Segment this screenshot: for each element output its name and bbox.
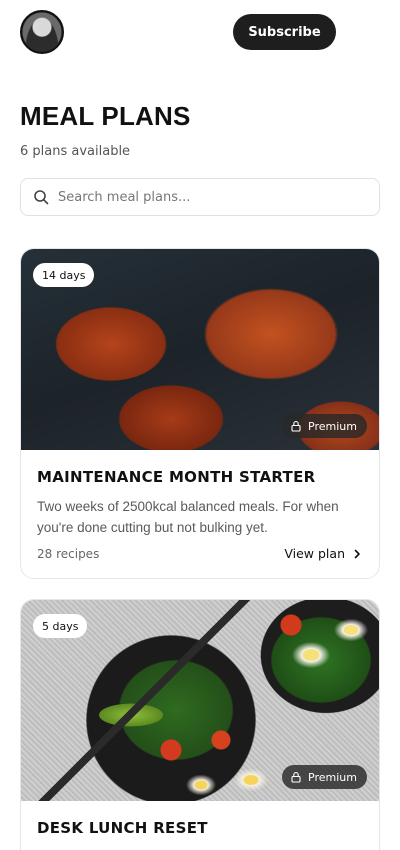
view-plan-label: View plan — [284, 546, 345, 561]
premium-badge: Premium — [282, 765, 367, 789]
top-header: Subscribe — [0, 0, 400, 64]
plan-description: Two weeks of 2500kcal balanced meals. Fo… — [37, 499, 339, 535]
plan-card[interactable]: 5 days Premium DESK LUNCH RESET — [20, 599, 380, 850]
plans-count: 6 plans available — [20, 144, 131, 159]
duration-badge: 14 days — [33, 263, 95, 287]
premium-badge: Premium — [282, 414, 367, 438]
recipes-count: 28 recipes — [37, 546, 100, 561]
plan-image: 14 days Premium — [21, 249, 379, 450]
subscribe-button[interactable]: Subscribe — [233, 14, 336, 50]
lock-icon — [290, 420, 302, 432]
premium-label: Premium — [308, 419, 357, 433]
page-title: MEAL PLANS — [20, 101, 191, 131]
plan-card[interactable]: 14 days Premium MAINTENANCE MONTH STARTE… — [20, 248, 380, 579]
plan-title: MAINTENANCE MONTH STARTER — [37, 468, 316, 486]
duration-badge: 5 days — [33, 614, 88, 638]
view-plan-link[interactable]: View plan — [284, 546, 363, 561]
lock-icon — [290, 771, 302, 783]
premium-label: Premium — [308, 770, 357, 784]
search-icon — [33, 189, 49, 205]
chevron-right-icon — [351, 548, 363, 560]
search-input[interactable] — [58, 189, 348, 205]
plan-title: DESK LUNCH RESET — [37, 819, 208, 837]
search-bar[interactable] — [20, 178, 380, 216]
avatar[interactable] — [20, 10, 64, 54]
plan-image: 5 days Premium — [21, 600, 379, 801]
